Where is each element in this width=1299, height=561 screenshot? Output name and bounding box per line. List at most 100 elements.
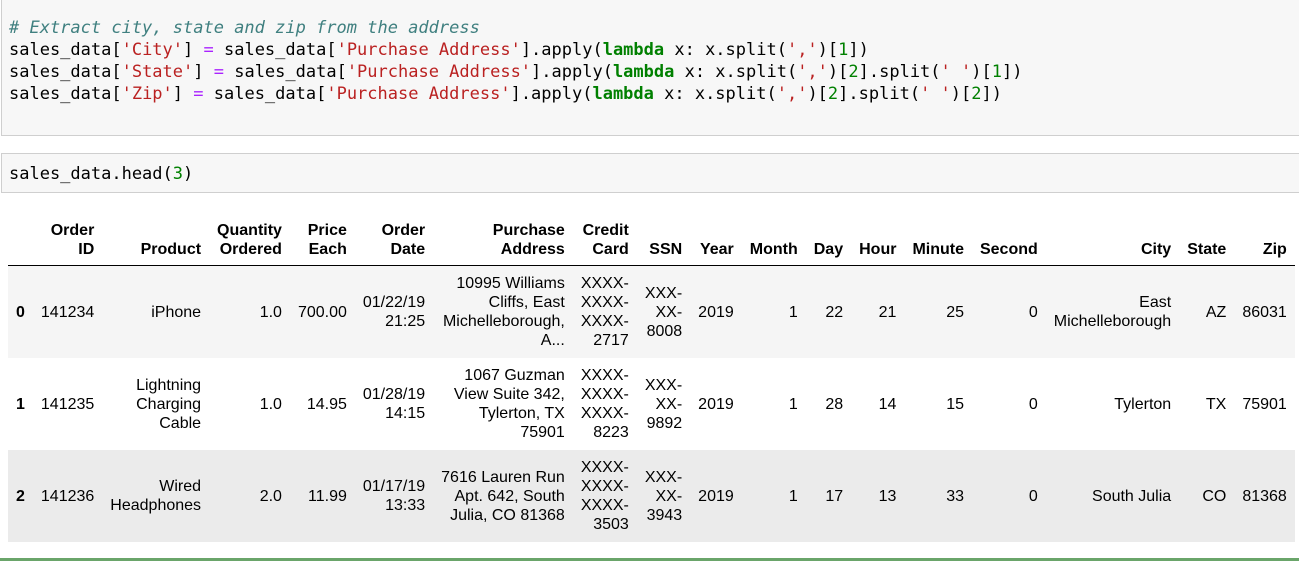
cell-text: 8223 bbox=[593, 424, 629, 441]
code-token: )[ bbox=[950, 84, 972, 104]
cell-text: 01/22/19 bbox=[362, 294, 426, 311]
cell-text: Julia, CO 81368 bbox=[450, 506, 565, 524]
cell-text: Wired bbox=[159, 478, 202, 495]
code-token: ',' bbox=[776, 84, 808, 104]
table-cell: 1067 Guzman View Suite 342, Tylerton, TX 75… bbox=[433, 358, 573, 450]
table-cell: 01/28/19 14:15 bbox=[355, 358, 433, 450]
column-header bbox=[8, 205, 33, 266]
table-body: 0 141234 iPhone 1.0 700.00 01/22/19 21:25 10995… bbox=[8, 265, 1295, 542]
code-token: x: x.split( bbox=[674, 62, 798, 82]
table-cell: 1 bbox=[742, 358, 806, 450]
cell-text: XXXX- bbox=[580, 459, 629, 476]
cell-text: 0 bbox=[16, 303, 25, 321]
table-cell: 28 bbox=[806, 358, 851, 450]
row-index: 0 bbox=[8, 266, 33, 359]
cell-text: A... bbox=[540, 332, 565, 349]
table-cell: Lightning Charging Cable bbox=[102, 358, 209, 450]
column-header: Month bbox=[742, 205, 806, 266]
table-cell: 15 bbox=[904, 358, 972, 450]
code-token: ] bbox=[183, 40, 204, 60]
cell-text: 33 bbox=[946, 487, 964, 505]
cell-text: XX- bbox=[655, 395, 683, 413]
cell-text: XXXX- bbox=[580, 367, 629, 384]
cell-text: 21:25 bbox=[385, 313, 426, 330]
code-token: 'State' bbox=[121, 62, 194, 82]
dataframe-table: Order ID Product Quantity Ordered Price Each Or… bbox=[8, 205, 1295, 542]
code-token: 2 bbox=[971, 84, 982, 104]
code-token: 2 bbox=[848, 62, 859, 82]
column-header-text: Ordered bbox=[219, 241, 282, 258]
cell-text: 13:33 bbox=[385, 497, 426, 514]
table-cell: South Julia bbox=[1046, 450, 1179, 542]
column-header-text: SSN bbox=[649, 241, 683, 258]
cell-text: 1 bbox=[788, 395, 798, 413]
column-header-text: Zip bbox=[1262, 241, 1287, 258]
column-header-text: Each bbox=[308, 241, 347, 258]
table-cell: 2019 bbox=[690, 266, 742, 359]
column-header-text: Order bbox=[381, 222, 426, 239]
column-header: Order ID bbox=[33, 205, 102, 266]
cell-text: 14 bbox=[878, 395, 897, 413]
code-token: 'Purchase Address' bbox=[346, 62, 532, 82]
table-cell: 2019 bbox=[690, 358, 742, 450]
cell-text: View Suite 342, bbox=[453, 386, 565, 403]
cell-text: 13 bbox=[878, 487, 897, 505]
code-token: lambda bbox=[602, 40, 665, 60]
cell-text: 9892 bbox=[646, 414, 683, 432]
table-cell: 10995 Williams Cliffs, East Michelleboroug… bbox=[433, 266, 573, 359]
code-cell-extract[interactable]: # Extract city, state and zip from the a… bbox=[1, 0, 1299, 136]
table-cell: East Michelleborough bbox=[1046, 266, 1179, 359]
code-token: ] bbox=[172, 84, 194, 104]
column-header: Credit Card bbox=[573, 205, 637, 266]
cell-text: XXX- bbox=[644, 284, 683, 302]
column-header: Purchase Address bbox=[433, 205, 573, 266]
code-token: # Extract city, state and zip from the a… bbox=[9, 18, 480, 38]
table-cell: 141234 bbox=[33, 266, 102, 359]
table-row: 2 141236 Wired Headphones 2.0 11.99 01/17/19 13… bbox=[8, 450, 1295, 542]
cell-text: 2717 bbox=[593, 332, 629, 349]
code-token: lambda bbox=[592, 84, 654, 104]
code-token: 2 bbox=[827, 84, 839, 104]
column-header-text: Second bbox=[979, 241, 1038, 258]
cell-text: 1.0 bbox=[259, 303, 282, 321]
table-cell: 22 bbox=[806, 266, 851, 359]
column-header: City bbox=[1046, 205, 1179, 266]
column-header: Quantity Ordered bbox=[209, 205, 290, 266]
cell-text: XX- bbox=[655, 487, 683, 505]
code-token: ].apply( bbox=[520, 40, 603, 60]
code-token: sales_data.head( bbox=[9, 164, 173, 184]
table-cell: CO bbox=[1179, 450, 1234, 542]
cell-text: Apt. 642, South bbox=[454, 487, 565, 505]
code-token: lambda bbox=[612, 62, 675, 82]
cell-text: iPhone bbox=[151, 303, 202, 321]
table-cell: 14.95 bbox=[290, 358, 355, 450]
column-header: State bbox=[1179, 205, 1234, 266]
table-cell: 2.0 bbox=[209, 450, 290, 542]
cell-text: 2019 bbox=[698, 395, 734, 413]
column-header: Day bbox=[806, 205, 851, 266]
table-cell: XXX- XX- 8008 bbox=[637, 266, 690, 359]
code-token: 3 bbox=[172, 164, 184, 184]
code-token: x: x.split( bbox=[653, 84, 777, 104]
table-cell: 11.99 bbox=[290, 450, 355, 542]
code-editor[interactable]: # Extract city, state and zip from the a… bbox=[2, 0, 1299, 105]
table-cell: XXXX- XXXX- XXXX- 3503 bbox=[573, 450, 637, 542]
code-editor[interactable]: sales_data.head(3) bbox=[2, 154, 1299, 185]
table-cell: 25 bbox=[904, 266, 972, 359]
code-token: 1 bbox=[991, 62, 1002, 82]
code-token: ].split( bbox=[858, 62, 941, 82]
table-cell: 2019 bbox=[690, 450, 742, 542]
code-cell-head[interactable]: sales_data.head(3) bbox=[1, 153, 1299, 193]
cell-text: 01/28/19 bbox=[362, 386, 426, 403]
column-header: Minute bbox=[904, 205, 972, 266]
code-token: sales_data[ bbox=[213, 40, 337, 60]
cell-text: 15 bbox=[946, 395, 964, 413]
column-header: Price Each bbox=[290, 205, 355, 266]
cell-text: 700.00 bbox=[297, 303, 347, 321]
column-header-text: Price bbox=[307, 222, 347, 239]
table-cell: 1 bbox=[742, 450, 806, 542]
table-cell: TX bbox=[1179, 358, 1234, 450]
cell-text: 86031 bbox=[1242, 303, 1287, 321]
cell-text: 2.0 bbox=[259, 487, 282, 505]
cell-text: 21 bbox=[878, 303, 897, 321]
